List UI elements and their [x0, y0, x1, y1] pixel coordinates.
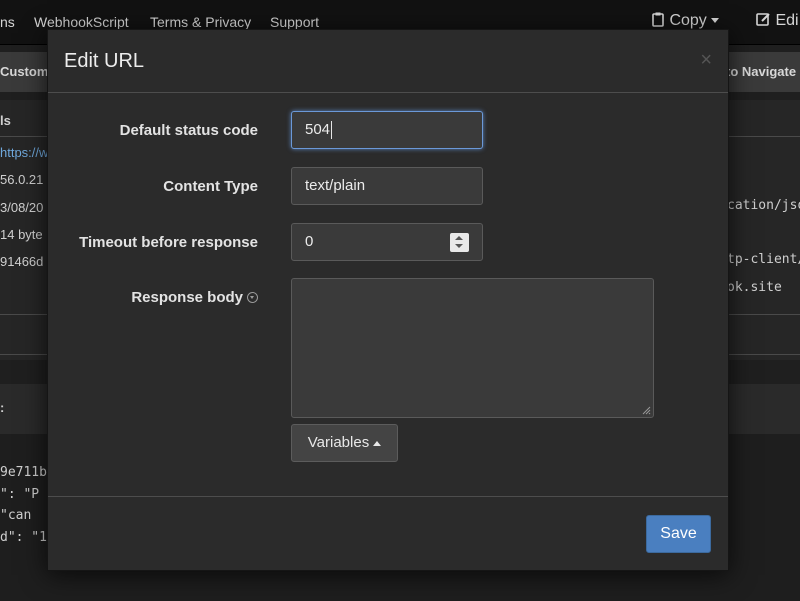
info-icon[interactable]: [247, 291, 258, 303]
edit-button[interactable]: Edi: [756, 12, 799, 30]
code-line: "can: [0, 508, 32, 523]
copy-dropdown[interactable]: Copy: [651, 12, 719, 30]
body-heading: :: [0, 400, 5, 415]
timeout-value: 0: [305, 233, 314, 250]
modal-title: Edit URL: [64, 50, 145, 72]
edit-label: Edi: [775, 12, 799, 29]
number-stepper-icon[interactable]: [450, 233, 469, 252]
header-host-value: ok.site: [727, 280, 782, 295]
details-heading: ls: [0, 113, 11, 128]
stepper-down-icon[interactable]: [455, 244, 463, 248]
chevron-down-icon: [710, 18, 719, 24]
content-type-label: Content Type: [163, 178, 258, 195]
header-content-type-value: cation/jso: [727, 198, 800, 213]
modal-footer-divider: [48, 496, 728, 497]
code-line: d": "1: [0, 530, 47, 545]
navigate-hint: to Navigate: [726, 64, 797, 79]
response-body-label: Response body: [48, 289, 258, 306]
request-size: 14 byte: [0, 227, 43, 242]
resize-grip-icon[interactable]: [641, 405, 651, 415]
text-cursor: [331, 121, 333, 140]
close-icon[interactable]: ×: [700, 50, 712, 70]
nav-link-terms-privacy[interactable]: Terms & Privacy: [150, 14, 251, 30]
header-user-agent-value: tp-client/: [727, 252, 800, 267]
nav-link-truncated[interactable]: ns: [0, 14, 15, 30]
nav-link-webhookscript[interactable]: WebhookScript: [34, 14, 129, 30]
content-type-value: text/plain: [305, 177, 366, 194]
content-type-input[interactable]: text/plain: [291, 167, 483, 205]
copy-label: Copy: [669, 12, 707, 29]
status-code-label: Default status code: [119, 122, 258, 139]
edit-url-modal: Edit URL × Default status code 504 Conte…: [47, 29, 729, 571]
response-body-label-text: Response body: [131, 289, 243, 306]
save-button[interactable]: Save: [646, 515, 711, 553]
request-date: 3/08/20: [0, 200, 44, 215]
status-code-input[interactable]: 504: [291, 111, 483, 149]
edit-icon: [756, 13, 770, 26]
request-ip: 56.0.21: [0, 172, 44, 187]
modal-header-divider: [48, 92, 728, 93]
status-code-value: 504: [305, 121, 331, 138]
timeout-label: Timeout before response: [79, 234, 258, 251]
variables-dropdown-button[interactable]: Variables: [291, 424, 398, 462]
stepper-up-icon[interactable]: [455, 236, 463, 240]
request-url-link[interactable]: https://w: [0, 145, 48, 160]
code-line: ": "P: [0, 487, 40, 502]
nav-link-support[interactable]: Support: [270, 14, 319, 30]
variables-label: Variables: [307, 434, 370, 451]
timeout-input[interactable]: 0: [291, 223, 483, 261]
code-line: 9e711b: [0, 465, 47, 480]
caret-up-icon: [373, 440, 382, 446]
request-id: 91466d: [0, 254, 44, 269]
clipboard-icon: [652, 12, 664, 27]
response-body-textarea[interactable]: [291, 278, 654, 418]
